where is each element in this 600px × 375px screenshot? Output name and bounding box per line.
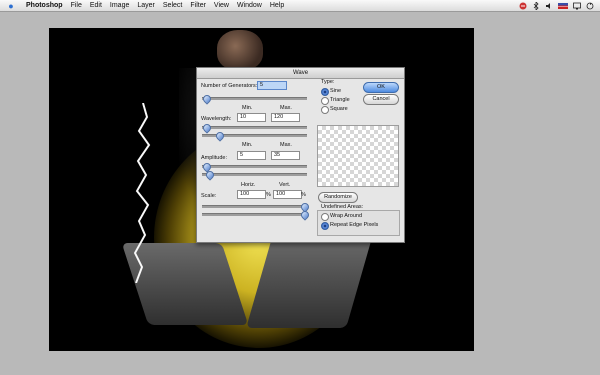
menu-app-name[interactable]: Photoshop xyxy=(22,0,67,11)
amplitude-min-slider[interactable] xyxy=(201,161,307,173)
menu-filter[interactable]: Filter xyxy=(186,0,210,11)
wavelength-max-thumb[interactable] xyxy=(214,130,226,142)
wavelength-label: Wavelength: xyxy=(201,116,232,122)
wavelength-min-thumb[interactable] xyxy=(201,122,213,134)
amplitude-min-header: Min. xyxy=(242,142,253,148)
scale-horiz-input[interactable]: 100 xyxy=(237,190,266,199)
wrap-around-label[interactable]: Wrap Around xyxy=(330,213,362,219)
menu-select[interactable]: Select xyxy=(159,0,186,11)
bluetooth-icon[interactable] xyxy=(532,1,540,10)
generators-label: Number of Generators: xyxy=(201,83,258,89)
wavelength-max-slider[interactable] xyxy=(202,130,307,142)
apple-icon[interactable]: ● xyxy=(6,1,16,11)
wavelength-max-header: Max. xyxy=(280,105,292,111)
scale-vert-input[interactable]: 100 xyxy=(273,190,302,199)
menu-image[interactable]: Image xyxy=(106,0,133,11)
amplitude-max-header: Max. xyxy=(280,142,292,148)
menu-layer[interactable]: Layer xyxy=(133,0,159,11)
generators-input[interactable]: 5 xyxy=(257,81,287,90)
repeat-edge-pixels-label[interactable]: Repeat Edge Pixels xyxy=(330,222,378,228)
type-sine-label[interactable]: Sine xyxy=(330,88,341,94)
randomize-button[interactable]: Randomize xyxy=(318,192,358,203)
volume-icon[interactable] xyxy=(545,2,553,10)
generators-slider-thumb[interactable] xyxy=(201,93,213,105)
scale-vert-unit: % xyxy=(301,192,306,198)
scale-label: Scale: xyxy=(201,193,217,199)
type-triangle-label[interactable]: Triangle xyxy=(330,97,350,103)
menu-file[interactable]: File xyxy=(67,0,86,11)
script-icon[interactable] xyxy=(519,2,527,10)
dialog-title[interactable]: Wave xyxy=(197,68,404,79)
us-flag-icon[interactable] xyxy=(558,2,568,9)
menu-window[interactable]: Window xyxy=(233,0,266,11)
amplitude-min-input[interactable]: 5 xyxy=(237,151,266,160)
menu-status-area xyxy=(519,1,600,10)
amplitude-max-input[interactable]: 35 xyxy=(271,151,300,160)
cancel-button[interactable]: Cancel xyxy=(363,94,399,105)
menu-help[interactable]: Help xyxy=(266,0,288,11)
figure-head xyxy=(217,30,263,70)
amplitude-label: Amplitude: xyxy=(201,155,227,161)
wave-dialog: Wave Number of Generators: 5 Min. Max. W… xyxy=(196,67,405,243)
menu-bar: ● Photoshop File Edit Image Layer Select… xyxy=(0,0,600,12)
type-label: Type: xyxy=(321,79,335,85)
type-square-label[interactable]: Square xyxy=(330,106,348,112)
display-icon[interactable] xyxy=(573,2,581,10)
amplitude-max-slider[interactable] xyxy=(202,169,307,181)
wavelength-min-slider[interactable] xyxy=(201,122,307,134)
scale-horiz-header: Horiz. xyxy=(241,182,256,188)
wrap-around-radio[interactable] xyxy=(321,213,329,221)
wavelength-min-header: Min. xyxy=(242,105,253,111)
menu-view[interactable]: View xyxy=(210,0,233,11)
repeat-edge-pixels-radio[interactable] xyxy=(321,222,329,230)
menu-edit[interactable]: Edit xyxy=(86,0,106,11)
type-square-radio[interactable] xyxy=(321,106,329,114)
wavelength-max-input[interactable]: 120 xyxy=(271,113,300,122)
scale-horiz-unit: % xyxy=(266,192,271,198)
scale-vert-header: Vert. xyxy=(279,182,291,188)
lightning-bolt xyxy=(133,103,151,283)
type-triangle-radio[interactable] xyxy=(321,97,329,105)
sync-icon[interactable] xyxy=(586,2,594,10)
scale-horiz-slider[interactable] xyxy=(202,201,311,213)
scale-vert-slider[interactable] xyxy=(202,209,311,221)
preview-pane xyxy=(317,125,399,187)
type-sine-radio[interactable] xyxy=(321,88,329,96)
generators-slider[interactable] xyxy=(201,93,307,105)
ok-button[interactable]: OK xyxy=(363,82,399,93)
wavelength-min-input[interactable]: 10 xyxy=(237,113,266,122)
scale-vert-thumb[interactable] xyxy=(299,209,311,221)
